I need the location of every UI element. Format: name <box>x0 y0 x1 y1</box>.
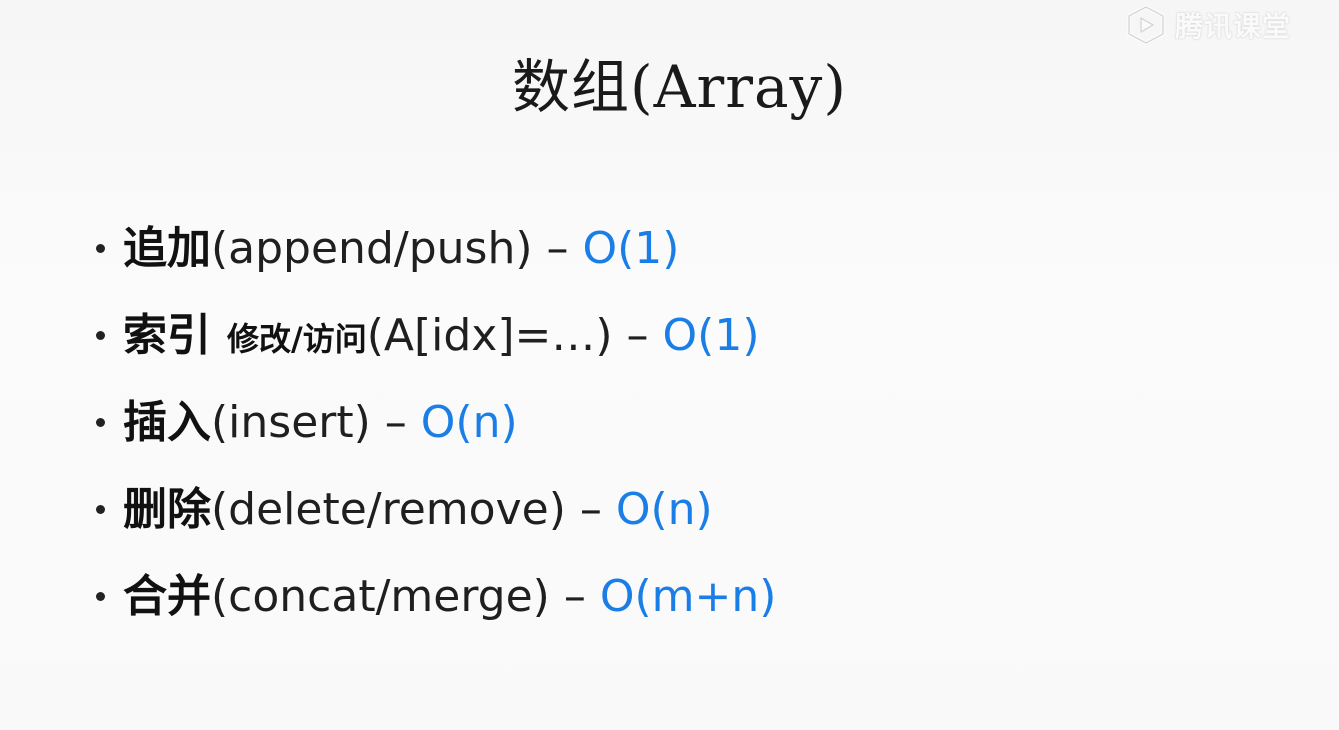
list-item: 删除 (delete/remove) – O(n) <box>96 473 776 560</box>
bullet-dot-icon <box>96 418 105 427</box>
separator-dash: – <box>384 397 407 448</box>
complexity-label: O(1) <box>582 223 680 274</box>
separator-dash: – <box>546 223 569 274</box>
tencent-classroom-logo-icon <box>1126 5 1165 45</box>
complexity-label: O(n) <box>420 397 518 448</box>
bullet-dot-icon <box>96 505 105 514</box>
separator-dash: – <box>626 310 649 361</box>
operation-detail: (A[idx]=…) <box>366 310 613 361</box>
list-item: 追加 (append/push) – O(1) <box>96 212 776 299</box>
operation-term: 索引 <box>123 310 211 361</box>
operation-detail: (insert) <box>211 397 371 448</box>
bullet-dot-icon <box>96 331 105 340</box>
operation-detail: (delete/remove) <box>211 484 566 535</box>
operation-detail: (concat/merge) <box>211 571 550 622</box>
slide-title: 数组(Array) <box>512 53 847 121</box>
bullet-dot-icon <box>96 592 105 601</box>
operation-term: 插入 <box>123 397 211 448</box>
list-item: 插入 (insert) – O(n) <box>96 386 776 473</box>
operation-term: 删除 <box>123 484 211 535</box>
operation-term: 合并 <box>123 571 211 622</box>
complexity-label: O(m+n) <box>599 571 777 622</box>
list-item: 索引 修改/访问 (A[idx]=…) – O(1) <box>96 299 776 386</box>
list-item: 合并 (concat/merge) – O(m+n) <box>96 560 776 647</box>
separator-dash: – <box>563 571 586 622</box>
watermark: 腾讯课堂 <box>1125 4 1291 46</box>
watermark-text: 腾讯课堂 <box>1174 10 1291 43</box>
operation-term: 追加 <box>123 223 211 274</box>
operation-subterm: 修改/访问 <box>227 320 367 358</box>
complexity-label: O(1) <box>662 310 760 361</box>
separator-dash: – <box>579 484 602 535</box>
bullet-dot-icon <box>96 244 105 253</box>
operation-detail: (append/push) <box>211 223 533 274</box>
bullet-list: 追加 (append/push) – O(1) 索引 修改/访问 (A[idx]… <box>96 212 776 647</box>
complexity-label: O(n) <box>615 484 713 535</box>
slide: 腾讯课堂 数组(Array) 追加 (append/push) – O(1) 索… <box>0 0 1339 730</box>
